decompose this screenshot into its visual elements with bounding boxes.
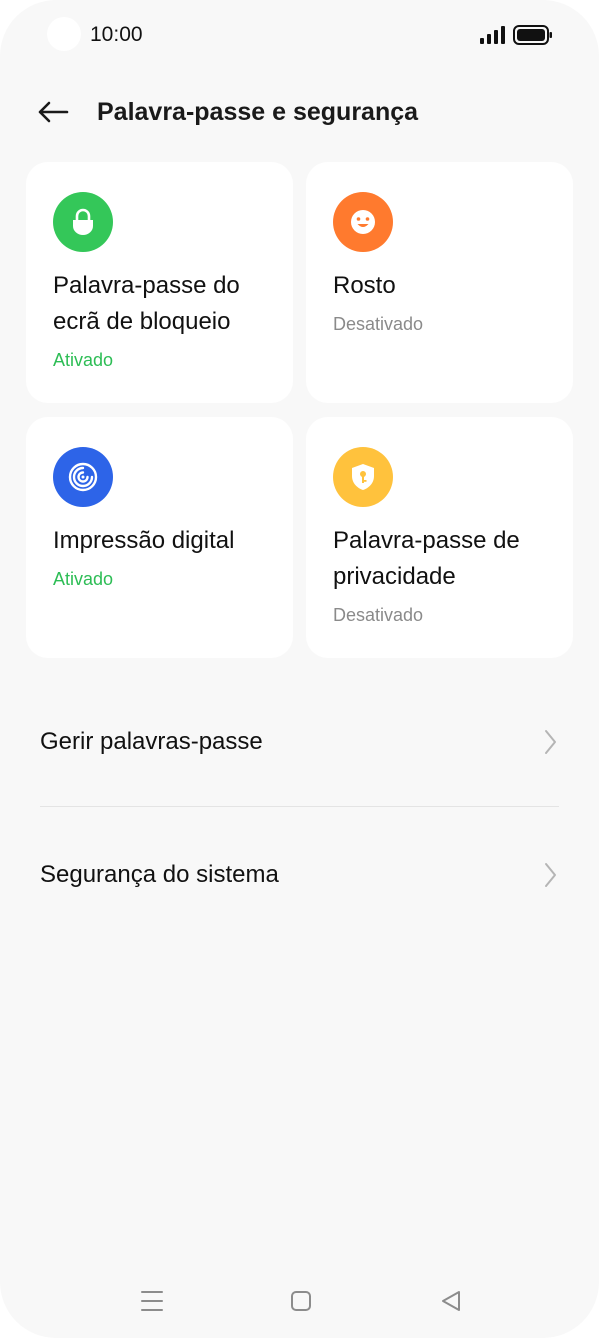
back-button[interactable] bbox=[30, 92, 76, 132]
list-item-label: Segurança do sistema bbox=[40, 861, 279, 888]
list-item-label: Gerir palavras-passe bbox=[40, 728, 263, 755]
list-item-system-security[interactable]: Segurança do sistema bbox=[0, 835, 599, 915]
home-square-icon bbox=[291, 1291, 311, 1311]
card-title: Palavra-passe de privacidade bbox=[333, 527, 520, 590]
page-title: Palavra-passe e segurança bbox=[97, 98, 419, 126]
card-fingerprint[interactable]: Impressão digital Ativado bbox=[26, 417, 293, 658]
triangle-back-icon bbox=[442, 1291, 460, 1311]
phone-screen: 10:00 Palavra-passe e segurança Palavra-… bbox=[0, 0, 599, 1338]
card-status: Desativado bbox=[333, 314, 424, 334]
card-title: Rosto bbox=[333, 272, 396, 299]
lock-icon bbox=[73, 208, 93, 235]
status-time: 10:00 bbox=[90, 23, 143, 46]
header: Palavra-passe e segurança bbox=[0, 80, 599, 144]
arrow-left-icon bbox=[38, 101, 69, 123]
list-item-manage-passwords[interactable]: Gerir palavras-passe bbox=[0, 702, 599, 782]
navigation-bar bbox=[0, 1270, 599, 1330]
back-nav-button[interactable] bbox=[436, 1286, 466, 1316]
face-badge bbox=[333, 192, 393, 252]
battery-icon bbox=[513, 25, 552, 45]
card-status: Ativado bbox=[53, 350, 114, 370]
card-status: Desativado bbox=[333, 605, 424, 625]
chevron-right-icon bbox=[545, 863, 556, 887]
fingerprint-icon bbox=[68, 462, 98, 492]
shield-key-icon bbox=[352, 464, 374, 490]
card-status: Ativado bbox=[53, 569, 114, 589]
privacy-badge bbox=[333, 447, 393, 507]
menu-button[interactable] bbox=[137, 1286, 167, 1316]
lock-badge bbox=[53, 192, 113, 252]
divider bbox=[40, 806, 559, 807]
card-title: Impressão digital bbox=[53, 527, 235, 554]
face-icon bbox=[351, 210, 375, 234]
front-camera bbox=[47, 17, 81, 51]
card-privacy-password[interactable]: Palavra-passe de privacidade Desativado bbox=[306, 417, 573, 658]
card-lock-screen-password[interactable]: Palavra-passe do ecrã de bloqueio Ativad… bbox=[26, 162, 293, 403]
card-title: Palavra-passe do ecrã de bloqueio bbox=[53, 272, 240, 335]
menu-icon bbox=[141, 1291, 163, 1311]
home-button[interactable] bbox=[286, 1286, 316, 1316]
fingerprint-badge bbox=[53, 447, 113, 507]
signal-icon bbox=[480, 26, 505, 44]
status-bar: 10:00 bbox=[0, 0, 599, 70]
chevron-right-icon bbox=[545, 730, 556, 754]
card-face[interactable]: Rosto Desativado bbox=[306, 162, 573, 403]
